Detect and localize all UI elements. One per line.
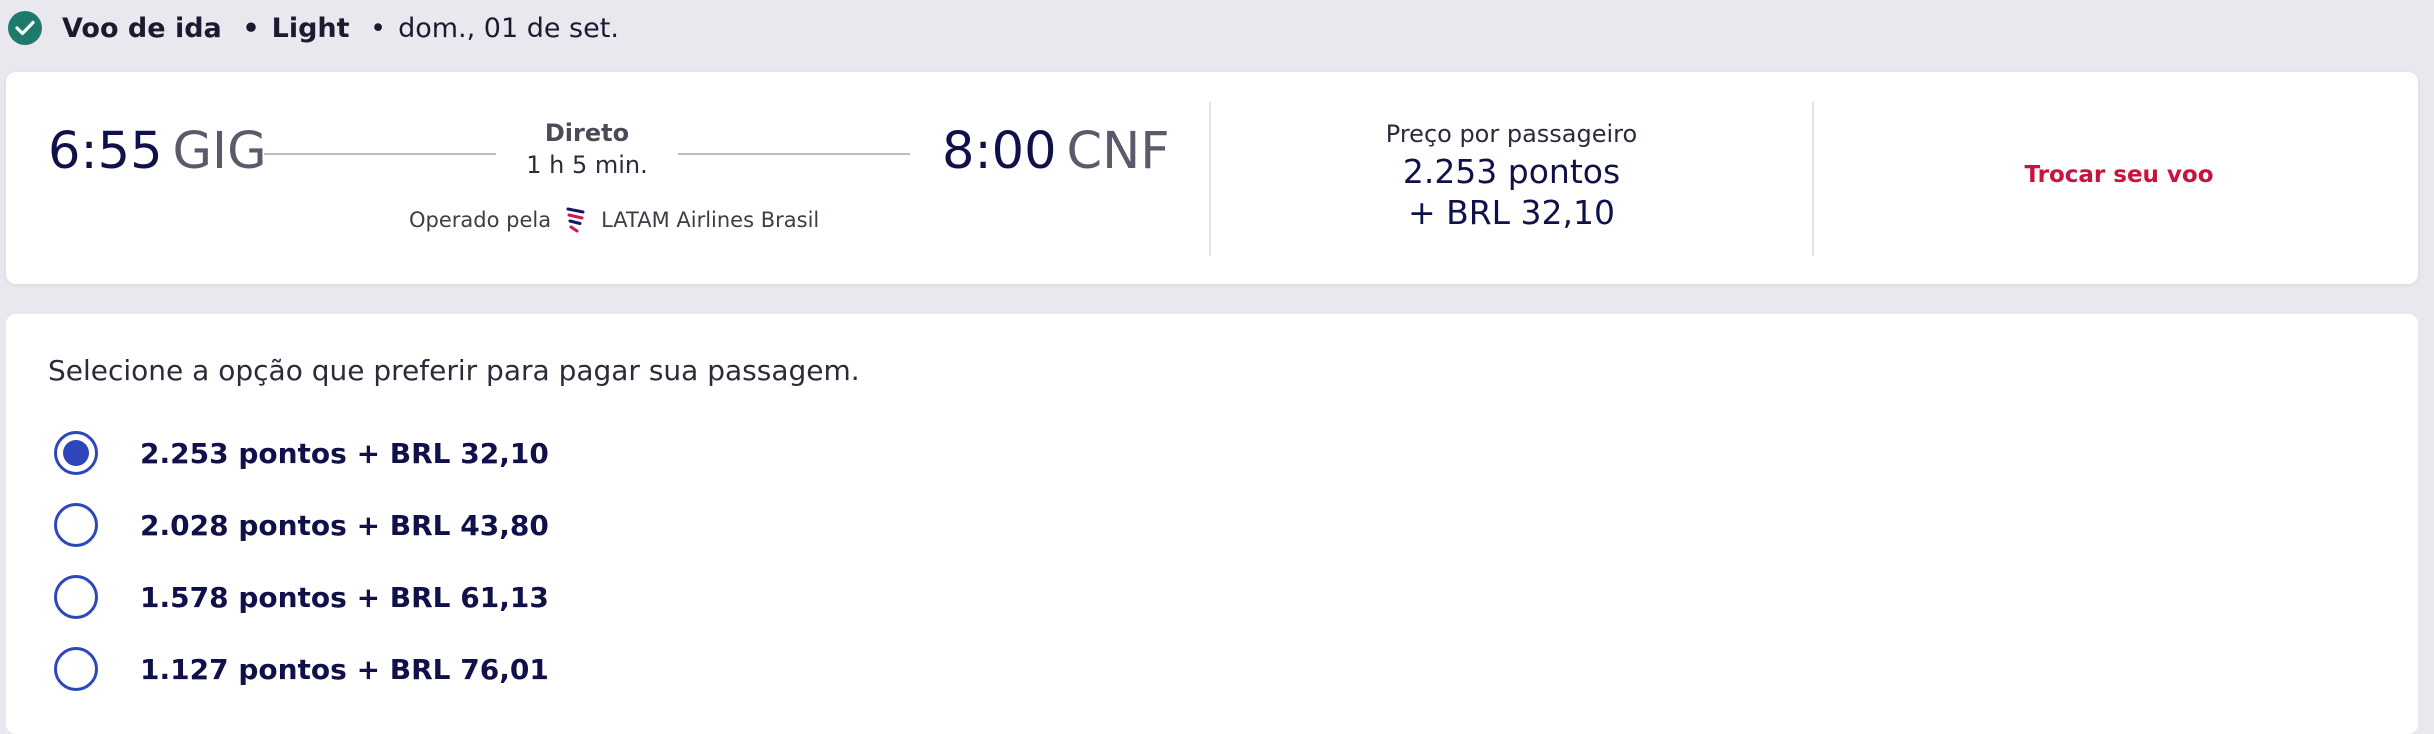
flight-type: Voo de ida [62, 12, 222, 44]
route-line [678, 153, 910, 155]
route-line [264, 153, 496, 155]
stops-info: Direto 1 h 5 min. [496, 119, 678, 179]
radio-button[interactable] [54, 647, 98, 691]
header-text: Voo de ida • Light • dom., 01 de set. [62, 13, 619, 44]
radio-dot [63, 440, 89, 466]
payment-option[interactable]: 2.253 pontos + BRL 32,10 [54, 431, 549, 475]
flight-summary-header: Voo de ida • Light • dom., 01 de set. [8, 10, 619, 46]
stops-label: Direto [544, 119, 630, 147]
price-points: 2.253 pontos [1402, 152, 1621, 191]
payment-option[interactable]: 1.127 pontos + BRL 76,01 [54, 647, 549, 691]
arrival-time: 8:00 [942, 122, 1057, 181]
flight-card: 6:55 GIG Direto 1 h 5 min. 8:00 CNF Operad… [6, 72, 2418, 284]
arrival-airport: CNF [1066, 122, 1170, 181]
separator: • [242, 12, 260, 44]
payment-option-label: 1.127 pontos + BRL 76,01 [140, 652, 549, 686]
payment-title: Selecione a opção que preferir para paga… [48, 354, 860, 387]
change-flight-link[interactable]: Trocar seu voo [1814, 162, 2424, 188]
price-per-passenger: Preço por passageiro 2.253 pontos + BRL … [1211, 120, 1812, 232]
radio-button[interactable] [54, 575, 98, 619]
latam-logo-icon [566, 207, 585, 233]
price-cash: + BRL 32,10 [1407, 193, 1616, 232]
arrival: 8:00 CNF [942, 122, 1170, 181]
payment-option-label: 2.253 pontos + BRL 32,10 [140, 436, 549, 470]
radio-button[interactable] [54, 503, 98, 547]
payment-option-label: 2.028 pontos + BRL 43,80 [140, 508, 549, 542]
price-label: Preço por passageiro [1385, 120, 1638, 148]
payment-option[interactable]: 2.028 pontos + BRL 43,80 [54, 503, 549, 547]
departure-time: 6:55 [48, 122, 163, 181]
payment-option-label: 1.578 pontos + BRL 61,13 [140, 580, 549, 614]
radio-button-selected[interactable] [54, 431, 98, 475]
fare-name: Light [271, 12, 350, 44]
check-circle-icon [8, 11, 42, 45]
airline-name: LATAM Airlines Brasil [601, 208, 820, 232]
departure-airport: GIG [172, 122, 267, 181]
separator: • [370, 12, 387, 44]
flight-date: dom., 01 de set. [398, 12, 619, 44]
flight-duration: 1 h 5 min. [526, 151, 648, 179]
payment-options-card: Selecione a opção que preferir para paga… [6, 314, 2418, 734]
payment-option[interactable]: 1.578 pontos + BRL 61,13 [54, 575, 549, 619]
operated-by: Operado pela LATAM Airlines Brasil [409, 206, 819, 234]
operated-by-label: Operado pela [409, 208, 552, 232]
departure: 6:55 GIG [48, 122, 267, 181]
